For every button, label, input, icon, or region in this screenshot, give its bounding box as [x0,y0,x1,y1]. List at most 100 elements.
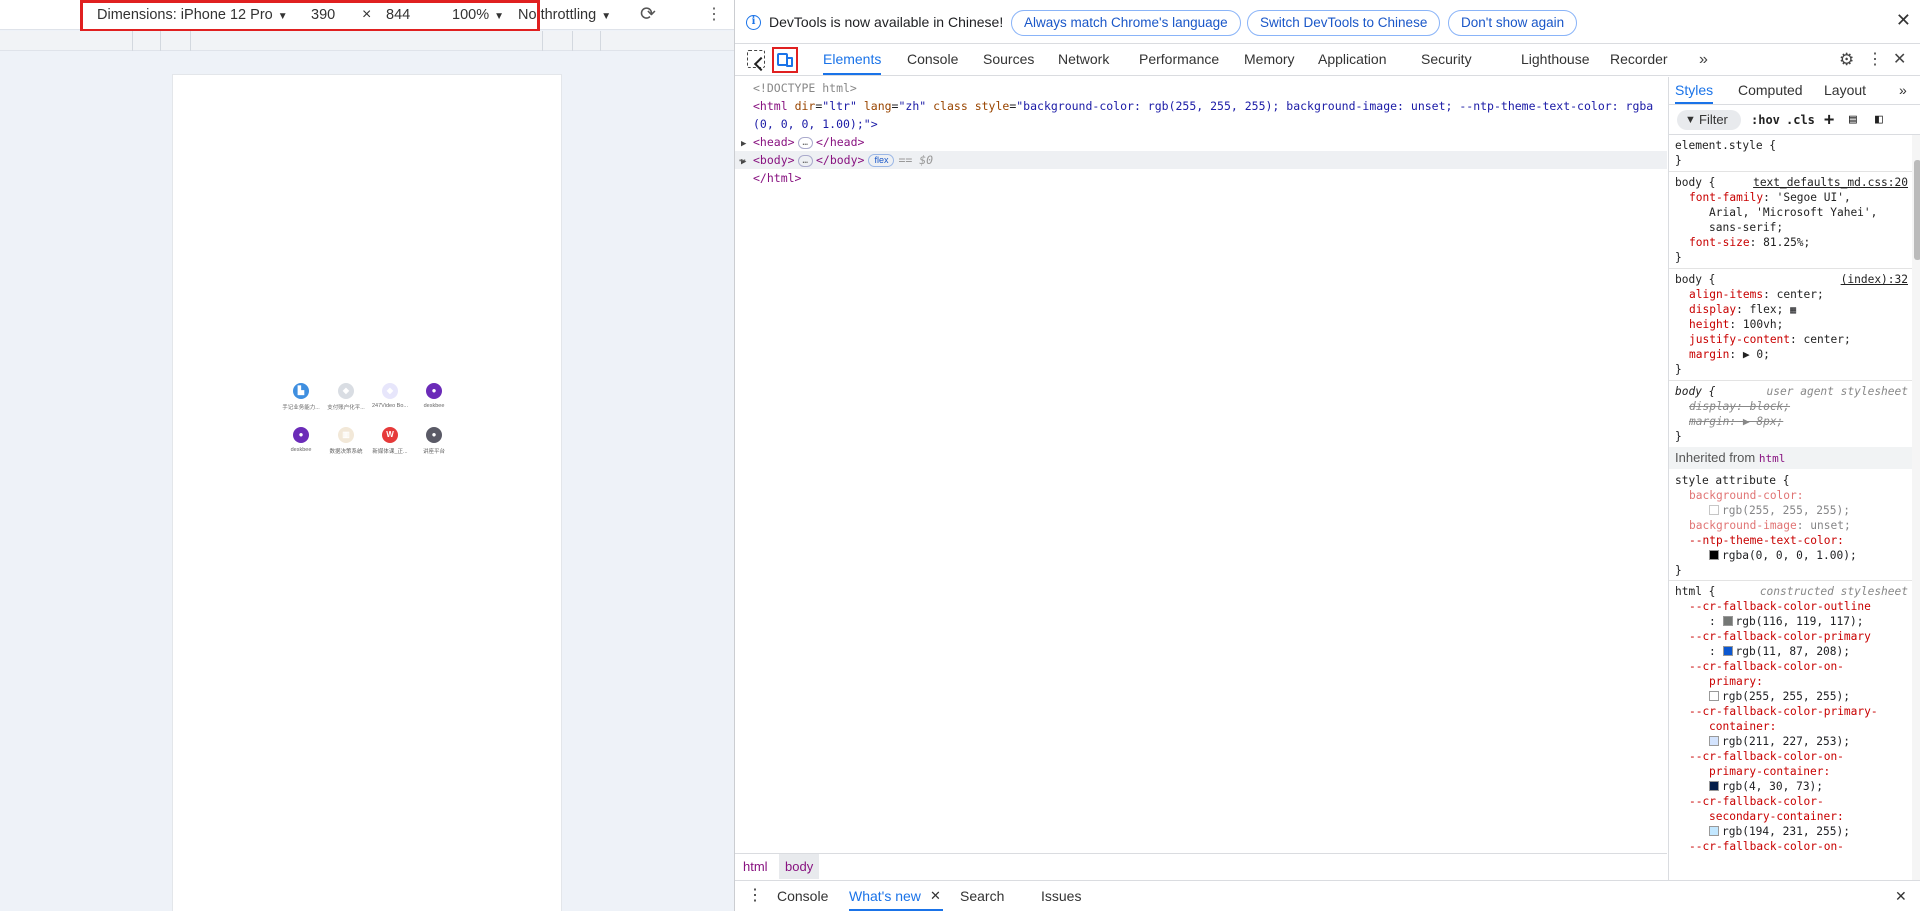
tab-elements[interactable]: Elements [823,44,882,75]
close-icon[interactable]: ✕ [930,881,941,911]
tab-styles[interactable]: Styles [1675,77,1714,104]
new-rule-icon[interactable]: + [1824,110,1834,130]
shortcut-tile[interactable]: ◆ 支付账户化平... [323,383,369,411]
prop-overridden[interactable]: margin: ▶ 8px; [1689,414,1783,429]
prop-cr-secondary-container[interactable]: --cr-fallback-color- [1689,794,1824,809]
zoom-select[interactable]: 100% ▼ [452,0,504,30]
media-query-ruler[interactable] [0,31,734,51]
shortcut-tile[interactable]: W 新媒体课_正... [367,427,413,455]
ellipsis-icon[interactable]: … [797,136,813,149]
shortcut-tile[interactable]: ● 讲座平台 [411,427,457,455]
ruler-segment[interactable] [132,31,133,51]
inherited-element-link[interactable]: html [1759,452,1786,465]
tab-network[interactable]: Network [1058,44,1109,75]
drawer-tab-console[interactable]: Console [777,881,828,911]
prop-overridden[interactable]: display: block; [1689,399,1790,414]
shortcut-tile[interactable]: ● deskbee [411,383,457,409]
breadcrumb-body[interactable]: body [779,854,820,879]
drawer-tab-issues[interactable]: Issues [1041,881,1081,911]
rule-element-style[interactable]: element.style { [1675,138,1776,153]
tab-computed[interactable]: Computed [1738,77,1803,104]
always-match-language-button[interactable]: Always match Chrome's language [1011,10,1241,36]
inspect-element-icon[interactable] [747,50,765,68]
prop-align-items[interactable]: align-items: center; [1689,287,1824,302]
color-swatch[interactable] [1709,505,1719,515]
tab-lighthouse[interactable]: Lighthouse [1521,44,1590,75]
tab-layout[interactable]: Layout [1824,77,1866,104]
color-swatch[interactable] [1722,646,1733,656]
sidebar-toggle-icon[interactable]: ◧ [1875,110,1883,130]
source-link[interactable]: (index):32 [1841,272,1908,287]
color-swatch[interactable] [1709,736,1719,746]
shortcut-tile[interactable]: ● deskbee [278,427,324,453]
close-icon[interactable]: ✕ [1896,10,1911,31]
head-node[interactable]: ▶ <head>… </head> [735,133,1667,151]
height-input[interactable]: 844 [386,0,410,30]
rule-html[interactable]: html { [1675,584,1715,599]
drawer-tab-whats-new[interactable]: What's new ✕ [849,881,943,911]
tab-recorder[interactable]: Recorder [1610,44,1668,75]
color-swatch[interactable] [1709,550,1719,560]
prop-justify-content[interactable]: justify-content: center; [1689,332,1851,347]
rule-body-selector[interactable]: body { [1675,272,1715,287]
rule-body-ua[interactable]: body { [1675,384,1715,399]
more-options-icon[interactable]: ⋮ [1867,44,1883,75]
color-swatch[interactable] [1722,616,1733,626]
ruler-segment[interactable] [160,31,161,51]
filter-input[interactable]: ▼ Filter [1677,110,1741,130]
prop-cr-outline[interactable]: --cr-fallback-color-outline [1689,599,1871,614]
scrollbar-thumb[interactable] [1914,160,1920,260]
shortcut-tile[interactable]: ▙ 手记业务能力... [278,383,324,411]
color-swatch[interactable] [1709,826,1719,836]
tab-sources[interactable]: Sources [983,44,1034,75]
prop-cr-on-primary[interactable]: --cr-fallback-color-on- [1689,659,1844,674]
prop-display[interactable]: display: flex; ▦ [1689,302,1796,318]
prop-cr-on[interactable]: --cr-fallback-color-on- [1689,839,1844,854]
source-link[interactable]: text_defaults_md.css:20 [1753,175,1908,190]
paint-icon[interactable]: ▤ [1849,110,1857,130]
width-input[interactable]: 390 [311,0,335,30]
tab-performance[interactable]: Performance [1139,44,1219,75]
more-tabs-icon[interactable]: » [1699,44,1708,75]
rule-body-selector[interactable]: body { [1675,175,1715,190]
flex-editor-icon[interactable]: ▦ [1790,305,1796,316]
expand-triangle-icon[interactable]: ▶ [741,135,753,151]
throttling-select[interactable]: No throttling ▼ [518,0,611,30]
hov-toggle[interactable]: :hov [1751,110,1780,130]
html-close-node[interactable]: </html> [735,169,1667,187]
more-tabs-icon[interactable]: » [1899,77,1907,104]
close-icon[interactable]: ✕ [1893,44,1906,75]
color-swatch[interactable] [1709,691,1719,701]
device-toolbar-toggle-icon[interactable] [772,47,798,73]
breadcrumb-html[interactable]: html [737,854,774,879]
tab-memory[interactable]: Memory [1244,44,1295,75]
prop-font-size[interactable]: font-size: 81.25%; [1689,235,1810,250]
prop-inherited[interactable]: background-image: unset; [1689,518,1851,533]
rotate-icon[interactable]: ⟳ [640,0,656,30]
more-options-icon[interactable]: ⋮ [747,881,763,911]
shortcut-tile[interactable]: ▥ 数据决策系统 [323,427,369,455]
ruler-segment[interactable] [600,31,601,51]
elements-tree[interactable]: <!DOCTYPE html> <html dir="ltr" lang="zh… [735,77,1667,852]
styles-scrollbar[interactable] [1912,135,1920,880]
ruler-segment[interactable] [542,31,543,51]
flex-badge[interactable]: flex [868,154,895,167]
prop-font-family[interactable]: font-family: 'Segoe UI', [1689,190,1851,205]
body-node[interactable]: ▶ <body>… </body> flex == $0 [735,151,1667,169]
gear-icon[interactable]: ⚙ [1839,44,1854,75]
tab-security[interactable]: Security [1421,44,1472,75]
more-options-icon[interactable]: ⋮ [706,0,722,30]
prop-cr-primary[interactable]: --cr-fallback-color-primary [1689,629,1871,644]
color-swatch[interactable] [1709,781,1719,791]
dont-show-again-button[interactable]: Don't show again [1448,10,1578,36]
html-node-cont[interactable]: (0, 0, 0, 1.00);"> [735,115,1667,133]
prop-height[interactable]: height: 100vh; [1689,317,1783,332]
ruler-segment[interactable] [190,31,191,51]
prop-cr-on-primary-container[interactable]: --cr-fallback-color-on- [1689,749,1844,764]
prop-ntp-color[interactable]: --ntp-theme-text-color: [1689,533,1844,548]
device-select[interactable]: Dimensions: iPhone 12 Pro ▼ [97,0,288,30]
ruler-segment[interactable] [572,31,573,51]
close-icon[interactable]: ✕ [1895,881,1907,911]
prop-margin[interactable]: margin: ▶ 0; [1689,347,1770,362]
drawer-tab-search[interactable]: Search [960,881,1004,911]
